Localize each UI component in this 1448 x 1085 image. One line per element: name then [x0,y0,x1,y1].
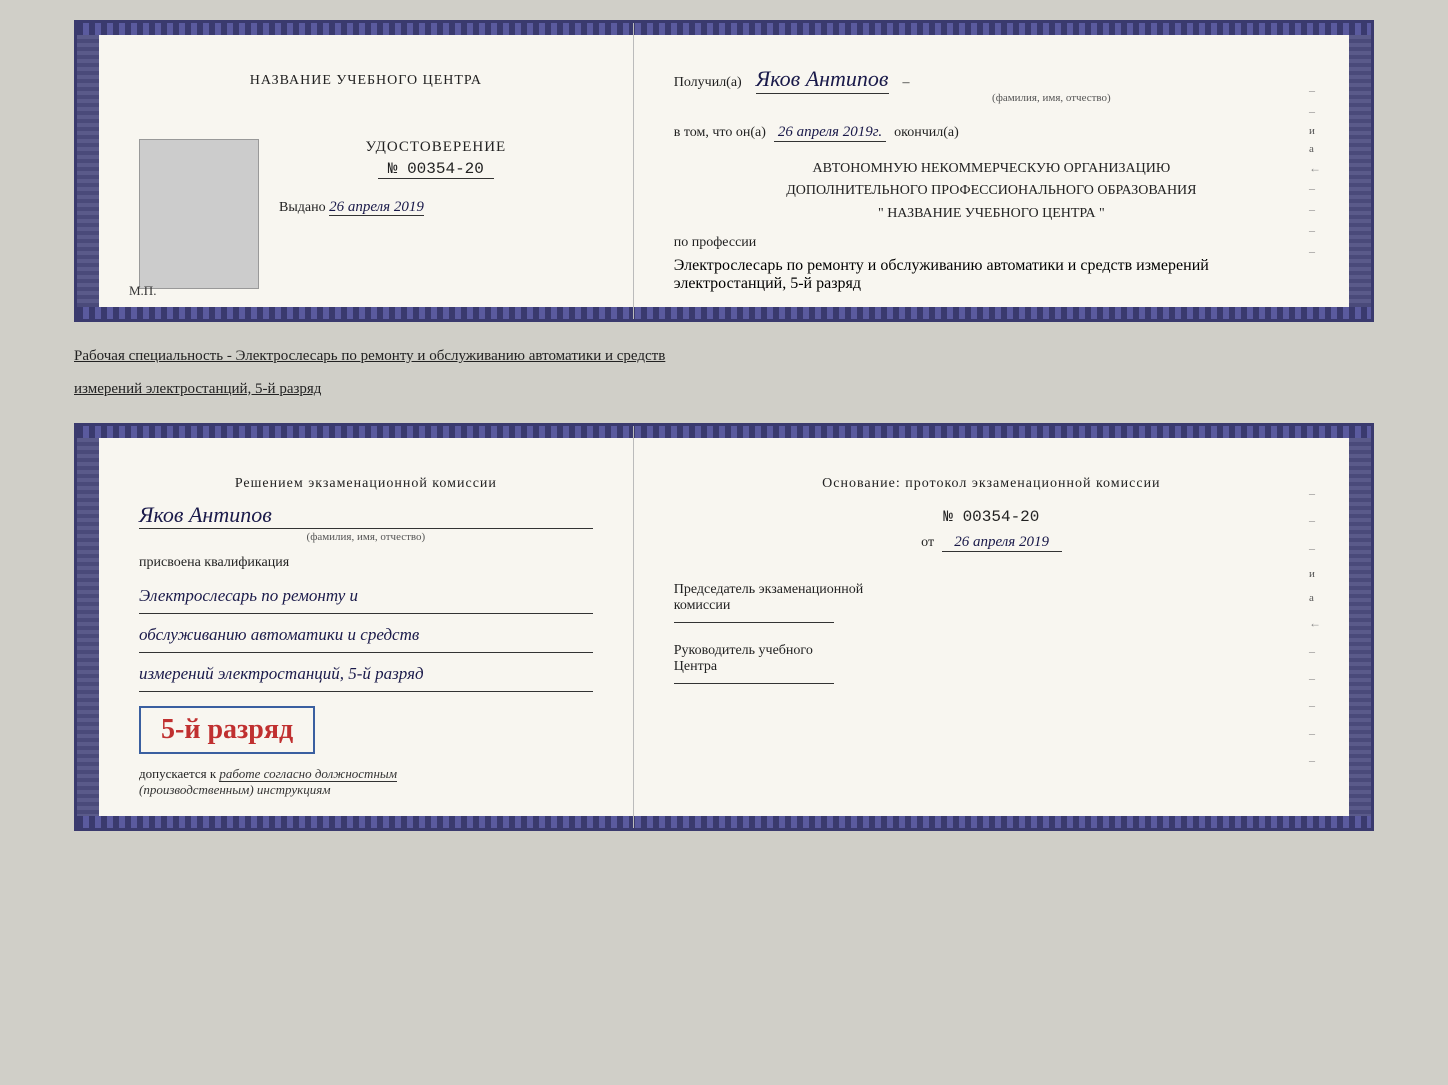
person-name-bottom: Яков Антипов [139,502,593,529]
vtom-label: в том, что он(а) [674,125,766,141]
middle-text-line1: Рабочая специальность - Электрослесарь п… [74,340,1374,373]
udost-title: УДОСТОВЕРЕНИЕ [279,139,593,156]
poluchil-label: Получил(а) [674,75,742,90]
director-title2: Центра [674,659,1309,675]
udost-number: № 00354-20 [378,160,494,179]
bottom-number: № 00354-20 [674,508,1309,526]
vtom-row: в том, что он(а) 26 апреля 2019г. окончи… [674,124,1309,142]
cert-top-right-panel: Получил(а) Яков Антипов – (фамилия, имя,… [634,23,1349,319]
director-block: Руководитель учебного Центра [674,643,1309,684]
left-text-area: УДОСТОВЕРЕНИЕ № 00354-20 Выдано 26 апрел… [279,139,593,216]
okonchil-label: окончил(а) [894,125,959,141]
dash-after-name: – [903,75,910,90]
decision-title: Решением экзаменационной комиссии [139,476,593,492]
org-line3: " НАЗВАНИЕ УЧЕБНОГО ЦЕНТРА " [674,203,1309,225]
bottom-spine-right [1349,426,1371,828]
recipient-name: Яков Антипов [756,66,889,94]
org-block: АВТОНОМНУЮ НЕКОММЕРЧЕСКУЮ ОРГАНИЗАЦИЮ ДО… [674,158,1309,225]
bottom-date-line: от 26 апреля 2019 [674,534,1309,552]
mp-label: М.П. [129,283,156,299]
ot-label: от [921,535,934,550]
fio-sublabel-bottom: (фамилия, имя, отчество) [139,531,593,543]
cert-top: НАЗВАНИЕ УЧЕБНОГО ЦЕНТРА УДОСТОВЕРЕНИЕ №… [74,20,1374,322]
profession-line2: обслуживанию автоматики и средств [880,257,1132,274]
photo-placeholder [139,139,259,289]
work-text: работе согласно должностным [219,766,397,782]
bottom-spine-left [77,426,99,828]
director-title1: Руководитель учебного [674,643,1309,659]
middle-text-block: Рабочая специальность - Электрослесарь п… [74,340,1374,405]
tick-marks: – – и а ← – – – – [1309,83,1321,259]
cert-bottom: Решением экзаменационной комиссии Яков А… [74,423,1374,831]
spine-left [77,23,99,319]
dopuskaetsya-label: допускается к [139,766,216,781]
org-line2: ДОПОЛНИТЕЛЬНОГО ПРОФЕССИОНАЛЬНОГО ОБРАЗО… [674,180,1309,202]
document-container: НАЗВАНИЕ УЧЕБНОГО ЦЕНТРА УДОСТОВЕРЕНИЕ №… [74,20,1374,831]
cert-top-left-panel: НАЗВАНИЕ УЧЕБНОГО ЦЕНТРА УДОСТОВЕРЕНИЕ №… [99,23,634,319]
bottom-tick-marks: – – – и а ← – – – – – [1309,486,1321,768]
grade-box: 5-й разряд [139,706,315,754]
qual-line2: обслуживанию автоматики и средств [139,618,593,653]
vydano-block: Выдано 26 апреля 2019 [279,199,593,216]
chairman-title1: Председатель экзаменационной [674,582,1309,598]
recipient-row: Получил(а) Яков Антипов – (фамилия, имя,… [674,66,1309,104]
grade-text: 5-й разряд [161,714,293,745]
cert-bottom-left-panel: Решением экзаменационной комиссии Яков А… [99,426,634,828]
date-handwritten: 26 апреля 2019г. [774,124,886,142]
profession-block: Электрослесарь по ремонту и обслуживанию… [674,257,1309,293]
prisvoena-label: присвоена квалификация [139,555,593,571]
profession-line1: Электрослесарь по ремонту и [674,257,877,274]
vydano-label: Выдано [279,200,326,215]
qual-line3: измерений электростанций, 5-й разряд [139,657,593,692]
chairman-sig-line [674,622,834,623]
instr-text: (производственным) инструкциям [139,782,331,797]
bottom-date: 26 апреля 2019 [942,534,1062,552]
director-sig-line [674,683,834,684]
po-professii-block: по профессии [674,235,1309,251]
cert-bottom-right-panel: Основание: протокол экзаменационной коми… [634,426,1349,828]
po-professii-label: по профессии [674,235,1309,251]
udost-block: УДОСТОВЕРЕНИЕ № 00354-20 [279,139,593,179]
left-bottom-area: УДОСТОВЕРЕНИЕ № 00354-20 Выдано 26 апрел… [139,139,593,289]
org-line1: АВТОНОМНУЮ НЕКОММЕРЧЕСКУЮ ОРГАНИЗАЦИЮ [674,158,1309,180]
chairman-title2: комиссии [674,598,1309,614]
dopuskaetsya-text: допускается к работе согласно должностны… [139,766,593,798]
chairman-block: Председатель экзаменационной комиссии [674,582,1309,623]
spine-right [1349,23,1371,319]
center-title: НАЗВАНИЕ УЧЕБНОГО ЦЕНТРА [250,73,482,89]
osnov-title: Основание: протокол экзаменационной коми… [674,476,1309,492]
middle-text-line2: измерений электростанций, 5-й разряд [74,373,1374,406]
vydano-date: 26 апреля 2019 [329,199,424,216]
qual-line1: Электрослесарь по ремонту и [139,579,593,614]
